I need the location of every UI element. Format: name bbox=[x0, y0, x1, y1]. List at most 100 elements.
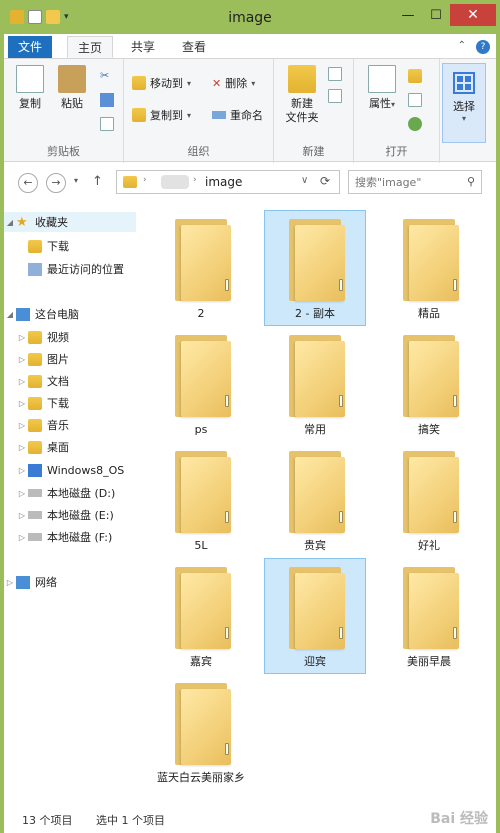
search-icon[interactable]: ⚲ bbox=[467, 175, 475, 188]
expanded-arrow-icon[interactable]: ◢ bbox=[4, 218, 16, 227]
copy-path-button[interactable] bbox=[100, 93, 114, 107]
folder-icon bbox=[403, 219, 459, 301]
folder-tile[interactable]: 精品 bbox=[378, 210, 480, 326]
ribbon: 复制 粘贴 ✂ 剪贴板 移动到 ▾ 复制到 ▾ ✕ 删除 ▾ 重命名 组织 新建… bbox=[4, 58, 496, 163]
collapsed-arrow-icon[interactable]: ▷ bbox=[16, 377, 28, 386]
nav-drive-c[interactable]: ▷ Windows8_OS bbox=[4, 460, 136, 480]
computer-icon bbox=[16, 307, 30, 321]
folder-tile[interactable]: 2 bbox=[150, 210, 252, 326]
collapsed-arrow-icon[interactable]: ▷ bbox=[16, 399, 28, 408]
folder-icon bbox=[403, 451, 459, 533]
edit-button[interactable] bbox=[408, 93, 422, 107]
maximize-button[interactable]: ☐ bbox=[422, 4, 450, 26]
nav-label: 本地磁盘 (D:) bbox=[47, 487, 116, 500]
folder-tile[interactable]: 好礼 bbox=[378, 442, 480, 558]
scissors-icon: ✂ bbox=[100, 69, 110, 82]
collapsed-arrow-icon[interactable]: ▷ bbox=[16, 511, 28, 520]
collapsed-arrow-icon[interactable]: ▷ bbox=[16, 466, 28, 475]
forward-button[interactable]: → bbox=[46, 173, 66, 193]
paste-shortcut-button[interactable] bbox=[100, 117, 114, 131]
folder-tile[interactable]: 5L bbox=[150, 442, 252, 558]
copy-button[interactable]: 复制 bbox=[10, 65, 50, 111]
folder-tile[interactable]: 常用 bbox=[264, 326, 366, 442]
history-button[interactable] bbox=[408, 117, 422, 131]
folder-name: 迎宾 bbox=[304, 655, 326, 668]
properties-button[interactable]: 属性▾ bbox=[362, 65, 402, 112]
nav-downloads[interactable]: ▷ 下载 bbox=[4, 393, 136, 413]
collapsed-arrow-icon[interactable]: ▷ bbox=[16, 489, 28, 498]
videos-folder-icon bbox=[28, 330, 42, 344]
folder-tile[interactable]: 嘉宾 bbox=[150, 558, 252, 674]
nav-pictures[interactable]: ▷ 图片 bbox=[4, 349, 136, 369]
easy-access-button[interactable] bbox=[328, 89, 342, 103]
search-box[interactable]: ⚲ bbox=[348, 170, 482, 194]
folder-tile[interactable]: 搞笑 bbox=[378, 326, 480, 442]
minimize-button[interactable]: — bbox=[394, 4, 422, 26]
nav-this-pc[interactable]: ◢ 这台电脑 bbox=[4, 304, 136, 324]
back-button[interactable]: ← bbox=[18, 173, 38, 193]
recent-locations-icon[interactable]: ▾ bbox=[74, 176, 78, 185]
title-bar[interactable]: ▾ image — ☐ ✕ bbox=[4, 4, 496, 34]
folder-tile[interactable]: 美丽早晨 bbox=[378, 558, 480, 674]
folder-icon bbox=[175, 219, 231, 301]
collapsed-arrow-icon[interactable]: ▷ bbox=[16, 355, 28, 364]
watermark: Bai 经验 bbox=[430, 811, 488, 827]
tab-home[interactable]: 主页 bbox=[67, 36, 114, 58]
expanded-arrow-icon[interactable]: ◢ bbox=[4, 310, 16, 319]
collapsed-arrow-icon[interactable]: ▷ bbox=[4, 578, 16, 587]
collapsed-arrow-icon[interactable]: ▷ bbox=[16, 533, 28, 542]
documents-folder-icon bbox=[28, 374, 42, 388]
folder-tile[interactable]: 蓝天白云美丽家乡 bbox=[150, 674, 252, 790]
rename-button[interactable]: 重命名 bbox=[212, 107, 263, 123]
cut-button[interactable]: ✂ bbox=[100, 69, 109, 82]
select-button[interactable]: 选择 ▾ bbox=[442, 63, 486, 143]
folder-tile[interactable]: 2 - 副本 bbox=[264, 210, 366, 326]
nav-desktop[interactable]: ▷ 桌面 bbox=[4, 437, 136, 457]
folder-name: 贵宾 bbox=[304, 539, 326, 552]
edit-icon bbox=[408, 93, 422, 107]
open-button[interactable] bbox=[408, 69, 422, 83]
paste-button[interactable]: 粘贴 bbox=[52, 65, 92, 111]
address-bar[interactable]: › › image ∨ ⟳ bbox=[116, 170, 340, 194]
help-icon[interactable]: ? bbox=[476, 40, 490, 54]
collapsed-arrow-icon[interactable]: ▷ bbox=[16, 443, 28, 452]
nav-videos[interactable]: ▷ 视频 bbox=[4, 327, 136, 347]
nav-recent-places[interactable]: 最近访问的位置 bbox=[4, 259, 136, 279]
address-dropdown-icon[interactable]: ∨ bbox=[301, 175, 308, 186]
tab-view[interactable]: 查看 bbox=[172, 36, 216, 58]
refresh-icon[interactable]: ⟳ bbox=[320, 174, 330, 188]
folder-name: 2 - 副本 bbox=[295, 307, 335, 320]
nav-drive-d[interactable]: ▷ 本地磁盘 (D:) bbox=[4, 483, 136, 503]
nav-drive-e[interactable]: ▷ 本地磁盘 (E:) bbox=[4, 505, 136, 525]
navigation-pane: ◢ ★ 收藏夹 下载 最近访问的位置 ◢ 这台电脑 ▷ 视频 ▷ 图片 ▷ 文档 ▷ 下… bbox=[4, 204, 136, 794]
collapsed-arrow-icon[interactable]: ▷ bbox=[16, 421, 28, 430]
nav-network[interactable]: ▷ 网络 bbox=[4, 572, 136, 592]
nav-drive-f[interactable]: ▷ 本地磁盘 (F:) bbox=[4, 527, 136, 547]
search-input[interactable] bbox=[349, 171, 449, 193]
folder-tile[interactable]: 贵宾 bbox=[264, 442, 366, 558]
folder-tile[interactable]: 迎宾 bbox=[264, 558, 366, 674]
close-button[interactable]: ✕ bbox=[450, 4, 496, 26]
nav-label: 下载 bbox=[47, 240, 69, 253]
move-to-button[interactable]: 移动到 ▾ bbox=[132, 75, 191, 91]
delete-button[interactable]: ✕ 删除 ▾ bbox=[212, 75, 255, 91]
nav-favorites[interactable]: ◢ ★ 收藏夹 bbox=[4, 212, 136, 232]
nav-music[interactable]: ▷ 音乐 bbox=[4, 415, 136, 435]
new-item-button[interactable] bbox=[328, 67, 342, 81]
folder-name: 搞笑 bbox=[418, 423, 440, 436]
nav-favorites-downloads[interactable]: 下载 bbox=[4, 236, 136, 256]
new-folder-button[interactable]: 新建 文件夹 bbox=[280, 65, 324, 125]
nav-documents[interactable]: ▷ 文档 bbox=[4, 371, 136, 391]
chevron-right-icon: › bbox=[143, 175, 147, 185]
network-icon bbox=[16, 575, 30, 589]
tab-file[interactable]: 文件 bbox=[8, 36, 53, 58]
copy-to-button[interactable]: 复制到 ▾ bbox=[132, 107, 191, 123]
tab-share[interactable]: 共享 bbox=[121, 36, 165, 58]
breadcrumb-current[interactable]: image bbox=[205, 175, 242, 189]
collapsed-arrow-icon[interactable]: ▷ bbox=[16, 333, 28, 342]
up-arrow-icon[interactable]: ↑ bbox=[92, 174, 103, 189]
folder-tile[interactable]: ps bbox=[150, 326, 252, 442]
pictures-folder-icon bbox=[28, 352, 42, 366]
collapse-ribbon-icon[interactable]: ⌃ bbox=[458, 40, 466, 54]
move-to-label: 移动到 bbox=[150, 77, 183, 90]
